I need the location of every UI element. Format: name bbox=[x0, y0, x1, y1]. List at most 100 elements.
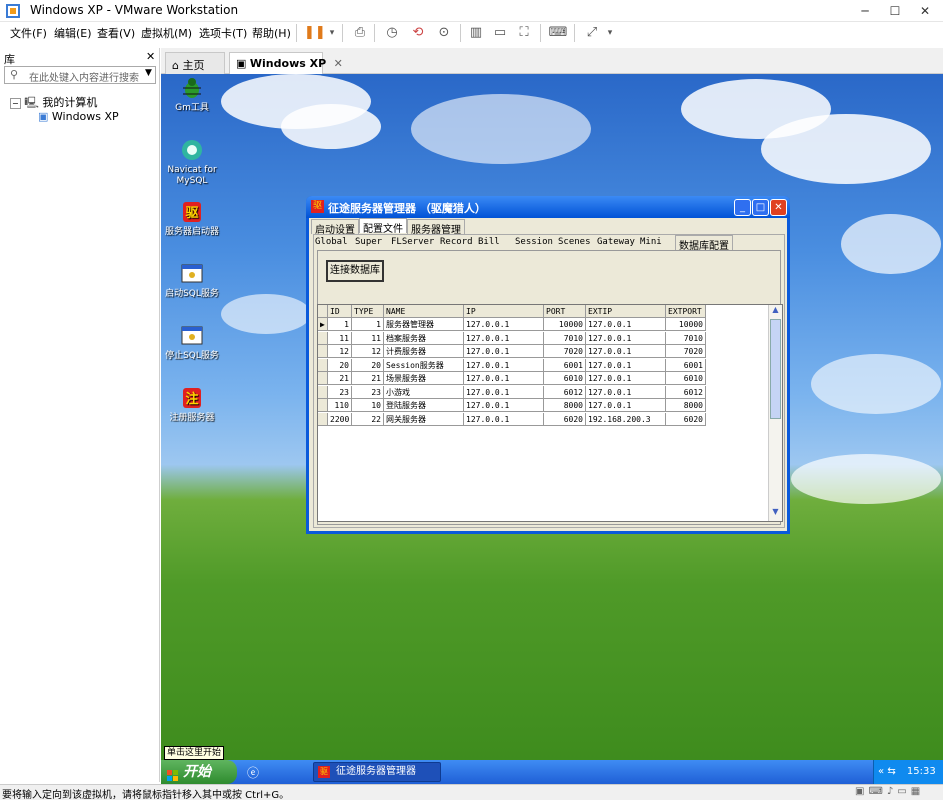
grid-cell[interactable]: 6012 bbox=[666, 385, 706, 399]
grid-cell[interactable]: 127.0.0.1 bbox=[464, 318, 544, 331]
grid-cell[interactable]: 127.0.0.1 bbox=[464, 358, 544, 372]
grid-column-header[interactable]: PORT bbox=[544, 305, 586, 318]
maximize-button[interactable]: ☐ bbox=[880, 0, 910, 22]
app-close-button[interactable]: ✕ bbox=[770, 199, 787, 216]
grid-cell[interactable]: 127.0.0.1 bbox=[586, 399, 666, 412]
grid-cell[interactable]: 110 bbox=[328, 399, 352, 412]
full-screen-dropdown-icon[interactable]: ▾ bbox=[600, 23, 620, 43]
grid-cell[interactable]: 127.0.0.1 bbox=[464, 345, 544, 358]
grid-cell[interactable]: 127.0.0.1 bbox=[586, 318, 666, 331]
grid-cell[interactable]: 20 bbox=[352, 358, 384, 372]
grid-cell[interactable]: 6020 bbox=[666, 412, 706, 426]
grid-cell[interactable]: 127.0.0.1 bbox=[464, 372, 544, 385]
library-search-input[interactable]: ⚲ 在此处键入内容进行搜索 ▼ bbox=[4, 66, 156, 84]
grid-cell[interactable]: 21 bbox=[352, 372, 384, 385]
grid-cell[interactable]: 11 bbox=[328, 331, 352, 345]
current-row-indicator-icon[interactable]: ▶ bbox=[318, 318, 328, 331]
desktop-icon-navicat[interactable]: Navicat for MySQL bbox=[161, 138, 223, 187]
grid-cell[interactable]: 12 bbox=[328, 345, 352, 358]
scroll-down-icon[interactable]: ▼ bbox=[769, 507, 782, 520]
grid-cell[interactable]: 11 bbox=[352, 331, 384, 345]
grid-cell[interactable]: 127.0.0.1 bbox=[586, 358, 666, 372]
grid-cell[interactable]: 登陆服务器 bbox=[384, 399, 464, 412]
app-minimize-button[interactable]: _ bbox=[734, 199, 751, 216]
vm-screen[interactable]: Gm工具 Navicat for MySQL 驱 服务器启动器 启动SQL服务 … bbox=[161, 74, 943, 784]
grid-cell[interactable]: 10000 bbox=[544, 318, 586, 331]
grid-cell[interactable]: 127.0.0.1 bbox=[586, 385, 666, 399]
fit-guest-icon[interactable]: ⛶ bbox=[514, 23, 534, 43]
subtab-bill[interactable]: Bill bbox=[478, 237, 500, 247]
grid-cell[interactable]: 7010 bbox=[544, 331, 586, 345]
grid-cell[interactable]: 12 bbox=[352, 345, 384, 358]
app-titlebar[interactable]: 驱 征途服务器管理器 （驱魔猎人） _ □ ✕ bbox=[306, 196, 790, 218]
revert-snapshot-icon[interactable]: ⟲ bbox=[408, 23, 428, 43]
grid-cell[interactable]: 6001 bbox=[544, 358, 586, 372]
grid-cell[interactable]: 6010 bbox=[666, 372, 706, 385]
app-maximize-button[interactable]: □ bbox=[752, 199, 769, 216]
grid-cell[interactable]: 2200 bbox=[328, 412, 352, 426]
grid-cell[interactable]: 网关服务器 bbox=[384, 412, 464, 426]
desktop-icon-stop-sql[interactable]: 停止SQL服务 bbox=[161, 324, 223, 362]
grid-cell[interactable]: 23 bbox=[328, 385, 352, 399]
pause-dropdown-icon[interactable]: ▾ bbox=[322, 23, 342, 43]
subtab-session[interactable]: Session bbox=[515, 237, 553, 247]
grid-cell[interactable]: 192.168.200.3 bbox=[586, 412, 666, 426]
subtab-flserver[interactable]: FLServer bbox=[391, 237, 434, 247]
snapshot-manager-icon[interactable]: ⊙ bbox=[434, 23, 454, 43]
subtab-gateway[interactable]: Gateway bbox=[597, 237, 635, 247]
grid-cell[interactable]: 22 bbox=[352, 412, 384, 426]
menu-file[interactable]: 文件(F) bbox=[10, 25, 47, 41]
grid-cell[interactable]: 计费服务器 bbox=[384, 345, 464, 358]
quicklaunch-ie-icon[interactable]: ⓔ bbox=[247, 764, 263, 780]
grid-cell[interactable]: 7020 bbox=[666, 345, 706, 358]
grid-cell[interactable]: 127.0.0.1 bbox=[586, 345, 666, 358]
grid-cell[interactable]: 8000 bbox=[544, 399, 586, 412]
grid-row-indicator[interactable] bbox=[318, 372, 328, 385]
subtab-super[interactable]: Super bbox=[355, 237, 382, 247]
clock[interactable]: 15:33 bbox=[907, 766, 936, 777]
grid-cell[interactable]: 服务器管理器 bbox=[384, 318, 464, 331]
menu-tabs[interactable]: 选项卡(T) bbox=[199, 25, 247, 41]
pause-icon[interactable]: ❚❚ bbox=[304, 23, 326, 43]
taskbar-item-server-manager[interactable]: 驱 征途服务器管理器 bbox=[313, 762, 441, 782]
grid-cell[interactable]: 127.0.0.1 bbox=[464, 331, 544, 345]
grid-column-header[interactable]: ID bbox=[328, 305, 352, 318]
desktop-icon-start-sql[interactable]: 启动SQL服务 bbox=[161, 262, 223, 300]
server-grid[interactable]: ID TYPE NAME IP PORT EXTIP EXTPORT ▶ 1 1 服务器管理器 12… bbox=[317, 304, 783, 522]
start-button[interactable]: 开始 bbox=[161, 760, 237, 784]
tab-windows-xp[interactable]: ▣ Windows XP ✕ bbox=[229, 52, 343, 74]
grid-cell[interactable]: 127.0.0.1 bbox=[464, 385, 544, 399]
grid-cell[interactable]: 6012 bbox=[544, 385, 586, 399]
grid-row-indicator[interactable] bbox=[318, 385, 328, 399]
subtab-mini[interactable]: Mini bbox=[640, 237, 662, 247]
grid-cell[interactable]: 档案服务器 bbox=[384, 331, 464, 345]
grid-cell[interactable]: 场景服务器 bbox=[384, 372, 464, 385]
scroll-up-icon[interactable]: ▲ bbox=[769, 305, 782, 318]
tab-startup-settings[interactable]: 启动设置 bbox=[311, 219, 359, 236]
console-view-icon[interactable]: ⌨ bbox=[548, 23, 568, 43]
thumbnail-bar-icon[interactable]: ▭ bbox=[490, 23, 510, 43]
grid-cell[interactable]: 小游戏 bbox=[384, 385, 464, 399]
grid-cell[interactable]: 10000 bbox=[666, 318, 706, 331]
grid-cell[interactable]: 127.0.0.1 bbox=[586, 331, 666, 345]
grid-cell[interactable]: 1 bbox=[352, 318, 384, 331]
show-library-icon[interactable]: ▥ bbox=[466, 23, 486, 43]
desktop-icon-gm-tool[interactable]: Gm工具 bbox=[161, 76, 223, 114]
grid-row-indicator[interactable] bbox=[318, 331, 328, 345]
menu-help[interactable]: 帮助(H) bbox=[252, 25, 291, 41]
grid-row-indicator[interactable] bbox=[318, 412, 328, 426]
grid-cell[interactable]: 7020 bbox=[544, 345, 586, 358]
full-screen-icon[interactable]: ⤢ bbox=[582, 23, 602, 43]
tab-close-icon[interactable]: ✕ bbox=[334, 57, 343, 70]
tree-item-windows-xp[interactable]: ▣ Windows XP bbox=[38, 110, 119, 123]
grid-row-indicator[interactable] bbox=[318, 345, 328, 358]
subtab-scenes[interactable]: Scenes bbox=[558, 237, 591, 247]
grid-cell[interactable]: 1 bbox=[328, 318, 352, 331]
send-ctrl-alt-del-icon[interactable]: ⎙ bbox=[350, 23, 370, 43]
grid-cell[interactable]: 6001 bbox=[666, 358, 706, 372]
tab-home[interactable]: ⌂ 主页 bbox=[165, 52, 225, 74]
scroll-thumb[interactable] bbox=[770, 319, 781, 419]
grid-cell[interactable]: 6010 bbox=[544, 372, 586, 385]
network-icon[interactable]: ⇆ bbox=[887, 766, 895, 777]
grid-cell[interactable]: 127.0.0.1 bbox=[464, 399, 544, 412]
